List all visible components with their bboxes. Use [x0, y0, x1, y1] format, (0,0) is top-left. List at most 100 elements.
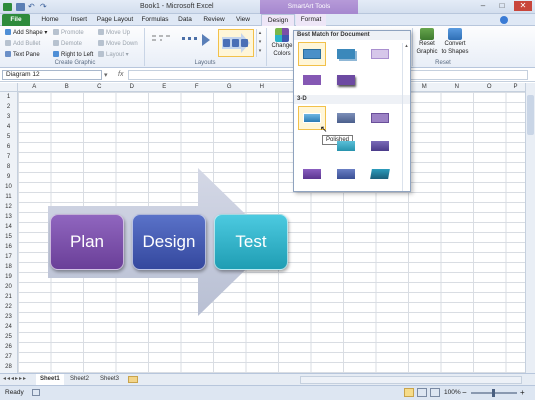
row-header-cell[interactable]: 4: [0, 122, 17, 132]
row-header-cell[interactable]: 22: [0, 302, 17, 312]
name-box[interactable]: Diagram 12: [2, 70, 102, 80]
column-header-cell[interactable]: B: [51, 83, 84, 92]
row-header-cell[interactable]: 7: [0, 152, 17, 162]
undo-icon[interactable]: ↶: [28, 3, 37, 11]
row-header-cell[interactable]: 17: [0, 252, 17, 262]
minimize-button[interactable]: –: [476, 1, 490, 11]
style-thumbnail[interactable]: [367, 163, 393, 185]
style-thumbnail[interactable]: [333, 69, 359, 91]
scrollbar-thumb[interactable]: [527, 95, 534, 135]
selected-layout-thumbnail[interactable]: [218, 29, 254, 57]
tab-formulas[interactable]: Formulas: [138, 14, 172, 26]
style-thumbnail[interactable]: [367, 107, 393, 129]
select-all-corner[interactable]: [0, 83, 18, 92]
zoom-in-button[interactable]: +: [520, 388, 525, 397]
row-header-cell[interactable]: 12: [0, 202, 17, 212]
row-header-cell[interactable]: 8: [0, 162, 17, 172]
move-up-button[interactable]: Move Up: [98, 29, 130, 37]
column-header-cell[interactable]: M: [408, 83, 441, 92]
column-header-cell[interactable]: O: [473, 83, 506, 92]
convert-to-shapes-button[interactable]: Convert to Shapes: [440, 28, 470, 56]
column-header-cell[interactable]: H: [246, 83, 279, 92]
zoom-out-button[interactable]: −: [462, 388, 467, 397]
sheet-tab-3[interactable]: Sheet3: [96, 374, 123, 385]
move-down-button[interactable]: Move Down: [98, 40, 138, 48]
row-header-cell[interactable]: 28: [0, 362, 17, 372]
smartart-diagram[interactable]: Plan Design Test: [38, 168, 288, 316]
sheet-tab-2[interactable]: Sheet2: [66, 374, 93, 385]
style-thumbnail[interactable]: [299, 163, 325, 185]
row-header-cell[interactable]: 11: [0, 192, 17, 202]
page-layout-view-icon[interactable]: [417, 388, 427, 397]
row-header-cell[interactable]: 24: [0, 322, 17, 332]
tab-file[interactable]: File: [2, 14, 30, 26]
row-header-cell[interactable]: 23: [0, 312, 17, 322]
redo-icon[interactable]: ↷: [40, 3, 49, 11]
tab-page-layout[interactable]: Page Layout: [94, 14, 136, 26]
style-thumbnail[interactable]: [367, 135, 393, 157]
page-break-view-icon[interactable]: [430, 388, 440, 397]
macro-record-icon[interactable]: [32, 389, 40, 396]
row-header-cell[interactable]: 6: [0, 142, 17, 152]
row-header-cell[interactable]: 27: [0, 352, 17, 362]
sheet-nav-arrows-icon[interactable]: ◂◂◂▸▸▸: [3, 375, 27, 382]
smartart-step-design[interactable]: Design: [132, 214, 206, 270]
row-header-cell[interactable]: 21: [0, 292, 17, 302]
row-header-cell[interactable]: 16: [0, 242, 17, 252]
tab-view[interactable]: View: [231, 14, 255, 26]
style-thumbnail[interactable]: [367, 43, 393, 65]
column-header-cell[interactable]: D: [116, 83, 149, 92]
row-header-cell[interactable]: 14: [0, 222, 17, 232]
vertical-scrollbar[interactable]: [525, 83, 535, 373]
smartart-step-test[interactable]: Test: [214, 214, 288, 270]
layout-gallery-scroll[interactable]: ▴ ▾ ▾: [256, 29, 263, 57]
smartart-step-plan[interactable]: Plan: [50, 214, 124, 270]
close-button[interactable]: ✕: [514, 1, 532, 11]
column-header-cell[interactable]: C: [83, 83, 116, 92]
help-icon[interactable]: [500, 16, 508, 24]
right-to-left-button[interactable]: Right to Left: [53, 51, 93, 59]
column-header-cell[interactable]: F: [181, 83, 214, 92]
tab-review[interactable]: Review: [199, 14, 229, 26]
zoom-slider-thumb[interactable]: [492, 389, 495, 397]
column-header-cell[interactable]: A: [18, 83, 51, 92]
save-icon[interactable]: [16, 3, 25, 11]
row-header-cell[interactable]: 15: [0, 232, 17, 242]
demote-button[interactable]: Demote: [53, 40, 82, 48]
name-box-dropdown-icon[interactable]: ▾: [104, 71, 108, 79]
column-header-cell[interactable]: G: [213, 83, 246, 92]
style-thumbnail[interactable]: [333, 135, 359, 157]
row-header-cell[interactable]: 20: [0, 282, 17, 292]
zoom-level[interactable]: 100%: [444, 389, 461, 396]
layout-button[interactable]: Layout ▾: [98, 51, 129, 59]
row-header-cell[interactable]: 19: [0, 272, 17, 282]
tab-format[interactable]: Format: [296, 14, 326, 26]
tab-data[interactable]: Data: [174, 14, 196, 26]
gallery-scrollbar[interactable]: ▴: [402, 43, 410, 191]
row-header-cell[interactable]: 2: [0, 102, 17, 112]
style-thumbnail[interactable]: [333, 43, 359, 65]
style-thumbnail[interactable]: [333, 163, 359, 185]
row-header-cell[interactable]: 13: [0, 212, 17, 222]
row-header-cell[interactable]: 25: [0, 332, 17, 342]
row-header-cell[interactable]: 3: [0, 112, 17, 122]
column-header-cell[interactable]: N: [441, 83, 474, 92]
row-header-cell[interactable]: 18: [0, 262, 17, 272]
style-thumbnail[interactable]: [299, 69, 325, 91]
insert-function-icon[interactable]: fx: [118, 71, 123, 78]
maximize-button[interactable]: □: [495, 1, 509, 11]
row-header-cell[interactable]: 1: [0, 92, 17, 102]
tab-design[interactable]: Design: [261, 14, 295, 26]
layout-gallery[interactable]: [148, 30, 214, 56]
row-header-cell[interactable]: 9: [0, 172, 17, 182]
add-bullet-button[interactable]: Add Bullet: [5, 40, 40, 48]
tab-home[interactable]: Home: [36, 14, 64, 26]
promote-button[interactable]: Promote: [53, 29, 84, 37]
row-header-cell[interactable]: 5: [0, 132, 17, 142]
sheet-tab-1[interactable]: Sheet1: [36, 374, 64, 385]
reset-graphic-button[interactable]: Reset Graphic: [414, 28, 440, 56]
normal-view-icon[interactable]: [404, 388, 414, 397]
text-pane-button[interactable]: Text Pane: [5, 51, 40, 59]
style-thumbnail[interactable]: [298, 42, 326, 66]
horizontal-scrollbar[interactable]: [300, 376, 522, 384]
